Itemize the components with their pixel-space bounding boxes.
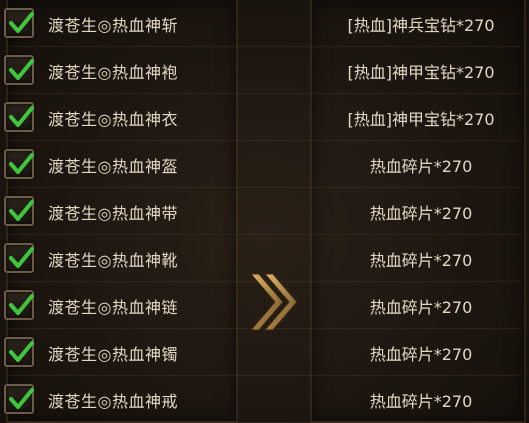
reward-text: 热血碎片*270: [369, 204, 473, 223]
item-checkbox[interactable]: [4, 337, 34, 367]
list-row: 渡苍生◎热血神盔 热血碎片*270: [0, 141, 529, 188]
list-row: 渡苍生◎热血神斩 [热血]神兵宝钻*270: [0, 0, 529, 47]
reward-text: [热血]神甲宝钻*270: [347, 63, 495, 82]
item-name: 渡苍生◎热血神链: [48, 298, 178, 317]
reward-text: 热血碎片*270: [369, 345, 473, 364]
item-name: 渡苍生◎热血神带: [48, 204, 178, 223]
check-icon: [9, 12, 34, 33]
list-row: 渡苍生◎热血神衣 [热血]神甲宝钻*270: [0, 94, 529, 141]
list-row: 渡苍生◎热血神戒 热血碎片*270: [0, 376, 529, 423]
item-name: 渡苍生◎热血神镯: [48, 345, 178, 364]
item-checkbox[interactable]: [4, 102, 34, 132]
item-name: 渡苍生◎热血神盔: [48, 157, 178, 176]
item-checkbox[interactable]: [4, 149, 34, 179]
item-name: 渡苍生◎热血神靴: [48, 251, 178, 270]
list-row: 渡苍生◎热血神袍 [热血]神甲宝钻*270: [0, 47, 529, 94]
check-icon: [9, 341, 34, 362]
check-icon: [9, 294, 34, 315]
reward-text: 热血碎片*270: [369, 392, 473, 411]
list-row: 渡苍生◎热血神镯 热血碎片*270: [0, 329, 529, 376]
check-icon: [9, 106, 34, 127]
item-checkbox[interactable]: [4, 243, 34, 273]
item-checkbox[interactable]: [4, 55, 34, 85]
reward-text: [热血]神甲宝钻*270: [347, 110, 495, 129]
reward-text: [热血]神兵宝钻*270: [347, 16, 495, 35]
check-icon: [9, 153, 34, 174]
reward-text: 热血碎片*270: [369, 298, 473, 317]
item-list: 渡苍生◎热血神斩 [热血]神兵宝钻*270 渡苍生◎热血神袍 [热血]神甲宝钻*…: [0, 0, 529, 423]
item-checkbox[interactable]: [4, 196, 34, 226]
item-name: 渡苍生◎热血神戒: [48, 392, 178, 411]
item-name: 渡苍生◎热血神袍: [48, 63, 178, 82]
reward-text: 热血碎片*270: [369, 251, 473, 270]
item-checkbox[interactable]: [4, 8, 34, 38]
item-checkbox[interactable]: [4, 384, 34, 414]
item-name: 渡苍生◎热血神衣: [48, 110, 178, 129]
reward-text: 热血碎片*270: [369, 157, 473, 176]
check-icon: [9, 59, 34, 80]
check-icon: [9, 200, 34, 221]
list-row: 渡苍生◎热血神带 热血碎片*270: [0, 188, 529, 235]
item-name: 渡苍生◎热血神斩: [48, 16, 178, 35]
check-icon: [9, 247, 34, 268]
item-checkbox[interactable]: [4, 290, 34, 320]
arrow-right-icon: [249, 273, 298, 331]
check-icon: [9, 388, 34, 409]
